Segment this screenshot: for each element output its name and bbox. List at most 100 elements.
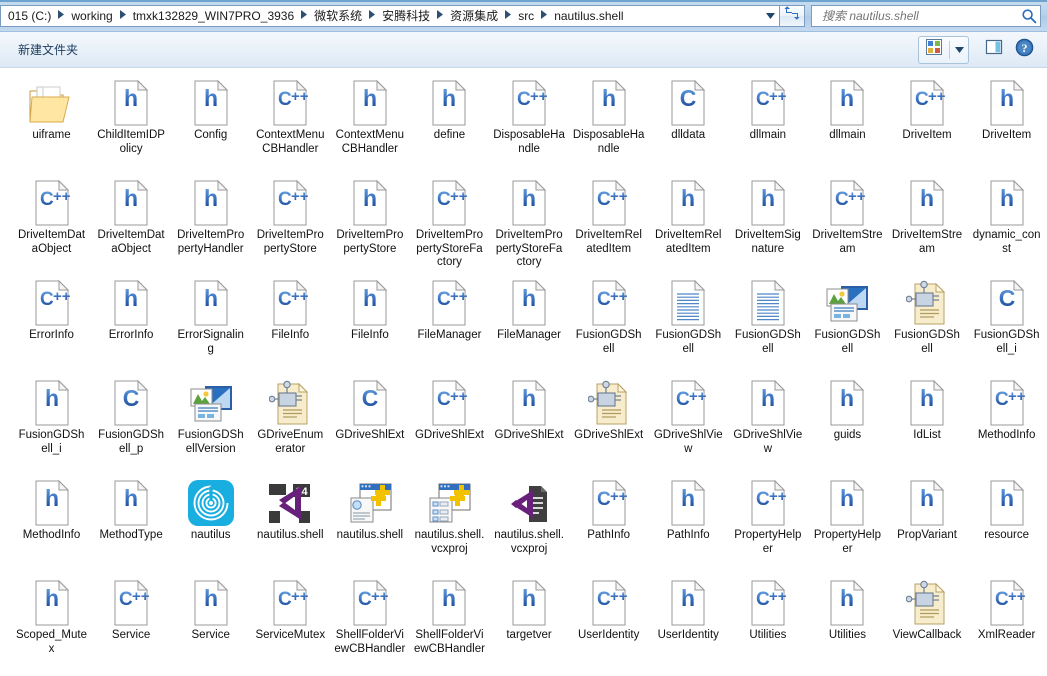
- file-item[interactable]: h FileInfo: [330, 274, 409, 374]
- search-icon[interactable]: [1020, 7, 1038, 25]
- file-item[interactable]: GDriveShlExt: [569, 374, 648, 474]
- file-item[interactable]: h DriveItem: [967, 74, 1046, 174]
- file-item[interactable]: h PathInfo: [649, 474, 728, 574]
- breadcrumb-item-1[interactable]: working: [66, 7, 117, 25]
- file-item[interactable]: h dllmain: [808, 74, 887, 174]
- breadcrumb-item-7[interactable]: nautilus.shell: [549, 7, 628, 25]
- file-item[interactable]: nautilus: [171, 474, 250, 574]
- view-options-chevron-down-icon[interactable]: [950, 37, 968, 63]
- breadcrumb-item-6[interactable]: src: [513, 7, 539, 25]
- file-item[interactable]: h DisposableHandle: [569, 74, 648, 174]
- file-item[interactable]: C ++ DisposableHandle: [490, 74, 569, 174]
- file-item[interactable]: h DriveItemRelatedItem: [649, 174, 728, 274]
- preview-pane-button[interactable]: [979, 37, 1009, 63]
- file-item[interactable]: C ++ FileManager: [410, 274, 489, 374]
- file-item[interactable]: FusionGDShell: [649, 274, 728, 374]
- file-item[interactable]: C ++ PropertyHelper: [728, 474, 807, 574]
- file-item[interactable]: uiframe: [12, 74, 91, 174]
- file-item[interactable]: C ++ MethodInfo: [967, 374, 1046, 474]
- file-item[interactable]: C ++ Utilities: [728, 574, 807, 674]
- change-view-button[interactable]: [919, 37, 949, 63]
- file-item[interactable]: FusionGDShell: [888, 274, 967, 374]
- file-item[interactable]: h MethodInfo: [12, 474, 91, 574]
- file-item[interactable]: nautilus.shell.vcxproj: [410, 474, 489, 574]
- breadcrumb-item-0[interactable]: 015 (C:): [3, 7, 56, 25]
- file-item[interactable]: h GDriveShlExt: [490, 374, 569, 474]
- file-item[interactable]: h targetver: [490, 574, 569, 674]
- file-item[interactable]: h Service: [171, 574, 250, 674]
- file-item[interactable]: C ++ DriveItemPropertyStore: [251, 174, 330, 274]
- file-item[interactable]: h DriveItemSignature: [728, 174, 807, 274]
- file-item[interactable]: h ShellFolderViewCBHandler: [410, 574, 489, 674]
- file-item[interactable]: h Config: [171, 74, 250, 174]
- file-item[interactable]: h DriveItemDataObject: [92, 174, 171, 274]
- breadcrumb-item-3[interactable]: 微软系统: [309, 6, 367, 26]
- file-item[interactable]: h DriveItemStream: [888, 174, 967, 274]
- file-item[interactable]: h Utilities: [808, 574, 887, 674]
- file-item[interactable]: C ++ DriveItemPropertyStoreFactory: [410, 174, 489, 274]
- help-button[interactable]: ?: [1009, 37, 1039, 63]
- file-item[interactable]: h dynamic_const: [967, 174, 1046, 274]
- file-item[interactable]: h PropertyHelper: [808, 474, 887, 574]
- file-item[interactable]: h GDriveShlView: [728, 374, 807, 474]
- file-item[interactable]: ViewCallback: [888, 574, 967, 674]
- address-dropdown-chevron-down-icon[interactable]: [761, 6, 779, 26]
- file-item[interactable]: GDriveEnumerator: [251, 374, 330, 474]
- file-item[interactable]: h DriveItemPropertyStoreFactory: [490, 174, 569, 274]
- file-item[interactable]: h ErrorInfo: [92, 274, 171, 374]
- file-item[interactable]: C ++ ContextMenuCBHandler: [251, 74, 330, 174]
- file-item[interactable]: h ContextMenuCBHandler: [330, 74, 409, 174]
- file-item[interactable]: C ++ ShellFolderViewCBHandler: [330, 574, 409, 674]
- file-item[interactable]: C ++ FileInfo: [251, 274, 330, 374]
- file-item[interactable]: C FusionGDShell_p: [92, 374, 171, 474]
- file-item[interactable]: C ++ DriveItemDataObject: [12, 174, 91, 274]
- file-item[interactable]: C ++ GDriveShlExt: [410, 374, 489, 474]
- file-item[interactable]: FusionGDShell: [728, 274, 807, 374]
- address-path-box[interactable]: 015 (C:) working tmxk132829_WIN7PRO_3936 微软…: [0, 4, 779, 27]
- file-item[interactable]: nautilus.shell.vcxproj: [490, 474, 569, 574]
- file-item[interactable]: C ++ FusionGDShell: [569, 274, 648, 374]
- search-input[interactable]: [820, 7, 1020, 24]
- file-item[interactable]: C ++ ServiceMutex: [251, 574, 330, 674]
- file-item[interactable]: C ++ UserIdentity: [569, 574, 648, 674]
- file-item[interactable]: h guids: [808, 374, 887, 474]
- file-item[interactable]: FusionGDShell: [808, 274, 887, 374]
- file-item[interactable]: h IdList: [888, 374, 967, 474]
- file-item[interactable]: h ErrorSignaling: [171, 274, 250, 374]
- file-item[interactable]: h Scoped_Mutex: [12, 574, 91, 674]
- refresh-button[interactable]: [779, 4, 805, 27]
- breadcrumb-item-5[interactable]: 资源集成: [445, 6, 503, 26]
- file-item[interactable]: h FileManager: [490, 274, 569, 374]
- file-item[interactable]: C ++ dllmain: [728, 74, 807, 174]
- file-item[interactable]: C ++ XmlReader: [967, 574, 1046, 674]
- file-item[interactable]: C FusionGDShell_i: [967, 274, 1046, 374]
- file-item[interactable]: nautilus.shell: [330, 474, 409, 574]
- file-item[interactable]: h MethodType: [92, 474, 171, 574]
- file-list-area[interactable]: uiframe h ChildItemIDPolicy h Config C ++ Conte…: [0, 68, 1047, 676]
- file-item[interactable]: h PropVariant: [888, 474, 967, 574]
- breadcrumb-item-4[interactable]: 安腾科技: [377, 6, 435, 26]
- file-item[interactable]: FusionGDShellVersion: [171, 374, 250, 474]
- file-item[interactable]: h define: [410, 74, 489, 174]
- file-item[interactable]: h DriveItemPropertyStore: [330, 174, 409, 274]
- file-item[interactable]: h FusionGDShell_i: [12, 374, 91, 474]
- file-item[interactable]: C GDriveShlExt: [330, 374, 409, 474]
- file-item-label: FusionGDShell: [814, 329, 881, 355]
- cpp-file-icon: C ++: [585, 578, 633, 626]
- file-item[interactable]: C ++ DriveItemRelatedItem: [569, 174, 648, 274]
- file-item[interactable]: C ++ GDriveShlView: [649, 374, 728, 474]
- file-item[interactable]: C ++ Service: [92, 574, 171, 674]
- file-item[interactable]: Cdlldata: [649, 74, 728, 174]
- file-item[interactable]: C ++ DriveItem: [888, 74, 967, 174]
- file-item[interactable]: C ++ DriveItemStream: [808, 174, 887, 274]
- file-item[interactable]: h DriveItemPropertyHandler: [171, 174, 250, 274]
- search-box[interactable]: [811, 4, 1041, 27]
- new-folder-button[interactable]: 新建文件夹: [8, 35, 88, 64]
- file-item[interactable]: h ChildItemIDPolicy: [92, 74, 171, 174]
- file-item[interactable]: C ++ ErrorInfo: [12, 274, 91, 374]
- file-item[interactable]: C ++ PathInfo: [569, 474, 648, 574]
- breadcrumb-item-2[interactable]: tmxk132829_WIN7PRO_3936: [128, 7, 299, 25]
- file-item[interactable]: h UserIdentity: [649, 574, 728, 674]
- file-item[interactable]: 14 nautilus.shell: [251, 474, 330, 574]
- file-item[interactable]: h resource: [967, 474, 1046, 574]
